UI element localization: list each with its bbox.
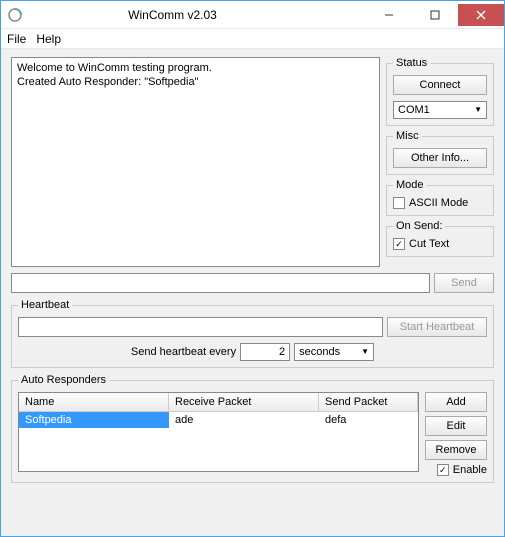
send-input[interactable]	[11, 273, 430, 293]
on-send-group: On Send: ✓ Cut Text	[386, 220, 494, 257]
misc-group: Misc Other Info...	[386, 130, 494, 175]
responder-buttons: Add Edit Remove ✓ Enable	[425, 392, 487, 476]
cut-text-label: Cut Text	[409, 238, 449, 250]
top-row: Welcome to WinComm testing program. Crea…	[11, 57, 494, 267]
content-area: Welcome to WinComm testing program. Crea…	[1, 49, 504, 536]
minimize-icon	[384, 10, 394, 20]
app-window: WinComm v2.03 File Help Welcome to WinCo…	[0, 0, 505, 537]
add-button[interactable]: Add	[425, 392, 487, 412]
cell-send: defa	[319, 412, 418, 428]
heartbeat-interval-input[interactable]	[240, 343, 290, 361]
heartbeat-unit-select[interactable]: seconds	[294, 343, 374, 361]
heartbeat-input[interactable]	[18, 317, 383, 337]
close-button[interactable]	[458, 4, 504, 26]
col-send-header[interactable]: Send Packet	[319, 393, 418, 411]
col-name-header[interactable]: Name	[19, 393, 169, 411]
ascii-mode-checkbox[interactable]	[393, 197, 405, 209]
on-send-legend: On Send:	[393, 220, 445, 232]
heartbeat-label: Send heartbeat every	[131, 346, 236, 358]
mode-legend: Mode	[393, 179, 427, 191]
ascii-mode-label: ASCII Mode	[409, 197, 468, 209]
mode-group: Mode ASCII Mode	[386, 179, 494, 216]
cell-receive: ade	[169, 412, 319, 428]
heartbeat-legend: Heartbeat	[18, 299, 72, 311]
log-line: Created Auto Responder: "Softpedia"	[17, 75, 374, 89]
maximize-button[interactable]	[412, 4, 458, 26]
app-icon	[7, 7, 23, 23]
com-port-select[interactable]: COM1	[393, 101, 487, 119]
edit-button[interactable]: Edit	[425, 416, 487, 436]
table-header: Name Receive Packet Send Packet	[19, 393, 418, 412]
remove-button[interactable]: Remove	[425, 440, 487, 460]
minimize-button[interactable]	[366, 4, 412, 26]
cell-name: Softpedia	[19, 412, 169, 428]
menu-help[interactable]: Help	[36, 32, 61, 46]
start-heartbeat-button[interactable]: Start Heartbeat	[387, 317, 487, 337]
enable-checkbox[interactable]: ✓	[437, 464, 449, 476]
enable-label: Enable	[453, 464, 487, 476]
send-button[interactable]: Send	[434, 273, 494, 293]
log-line: Welcome to WinComm testing program.	[17, 61, 374, 75]
misc-legend: Misc	[393, 130, 422, 142]
heartbeat-unit-value: seconds	[299, 346, 340, 358]
menubar: File Help	[1, 29, 504, 49]
auto-responders-legend: Auto Responders	[18, 374, 109, 386]
com-port-value: COM1	[398, 104, 430, 116]
responders-table[interactable]: Name Receive Packet Send Packet Softpedi…	[18, 392, 419, 472]
side-panels: Status Connect COM1 Misc Other Info... M…	[386, 57, 494, 267]
status-group: Status Connect COM1	[386, 57, 494, 126]
connect-button[interactable]: Connect	[393, 75, 487, 95]
send-row: Send	[11, 273, 494, 293]
menu-file[interactable]: File	[7, 32, 26, 46]
cut-text-checkbox[interactable]: ✓	[393, 238, 405, 250]
window-title: WinComm v2.03	[29, 8, 366, 22]
maximize-icon	[430, 10, 440, 20]
titlebar: WinComm v2.03	[1, 1, 504, 29]
close-icon	[476, 10, 486, 20]
auto-responders-group: Auto Responders Name Receive Packet Send…	[11, 374, 494, 483]
status-legend: Status	[393, 57, 430, 69]
table-row[interactable]: Softpedia ade defa	[19, 412, 418, 428]
col-receive-header[interactable]: Receive Packet	[169, 393, 319, 411]
heartbeat-group: Heartbeat Start Heartbeat Send heartbeat…	[11, 299, 494, 368]
other-info-button[interactable]: Other Info...	[393, 148, 487, 168]
log-textarea[interactable]: Welcome to WinComm testing program. Crea…	[11, 57, 380, 267]
